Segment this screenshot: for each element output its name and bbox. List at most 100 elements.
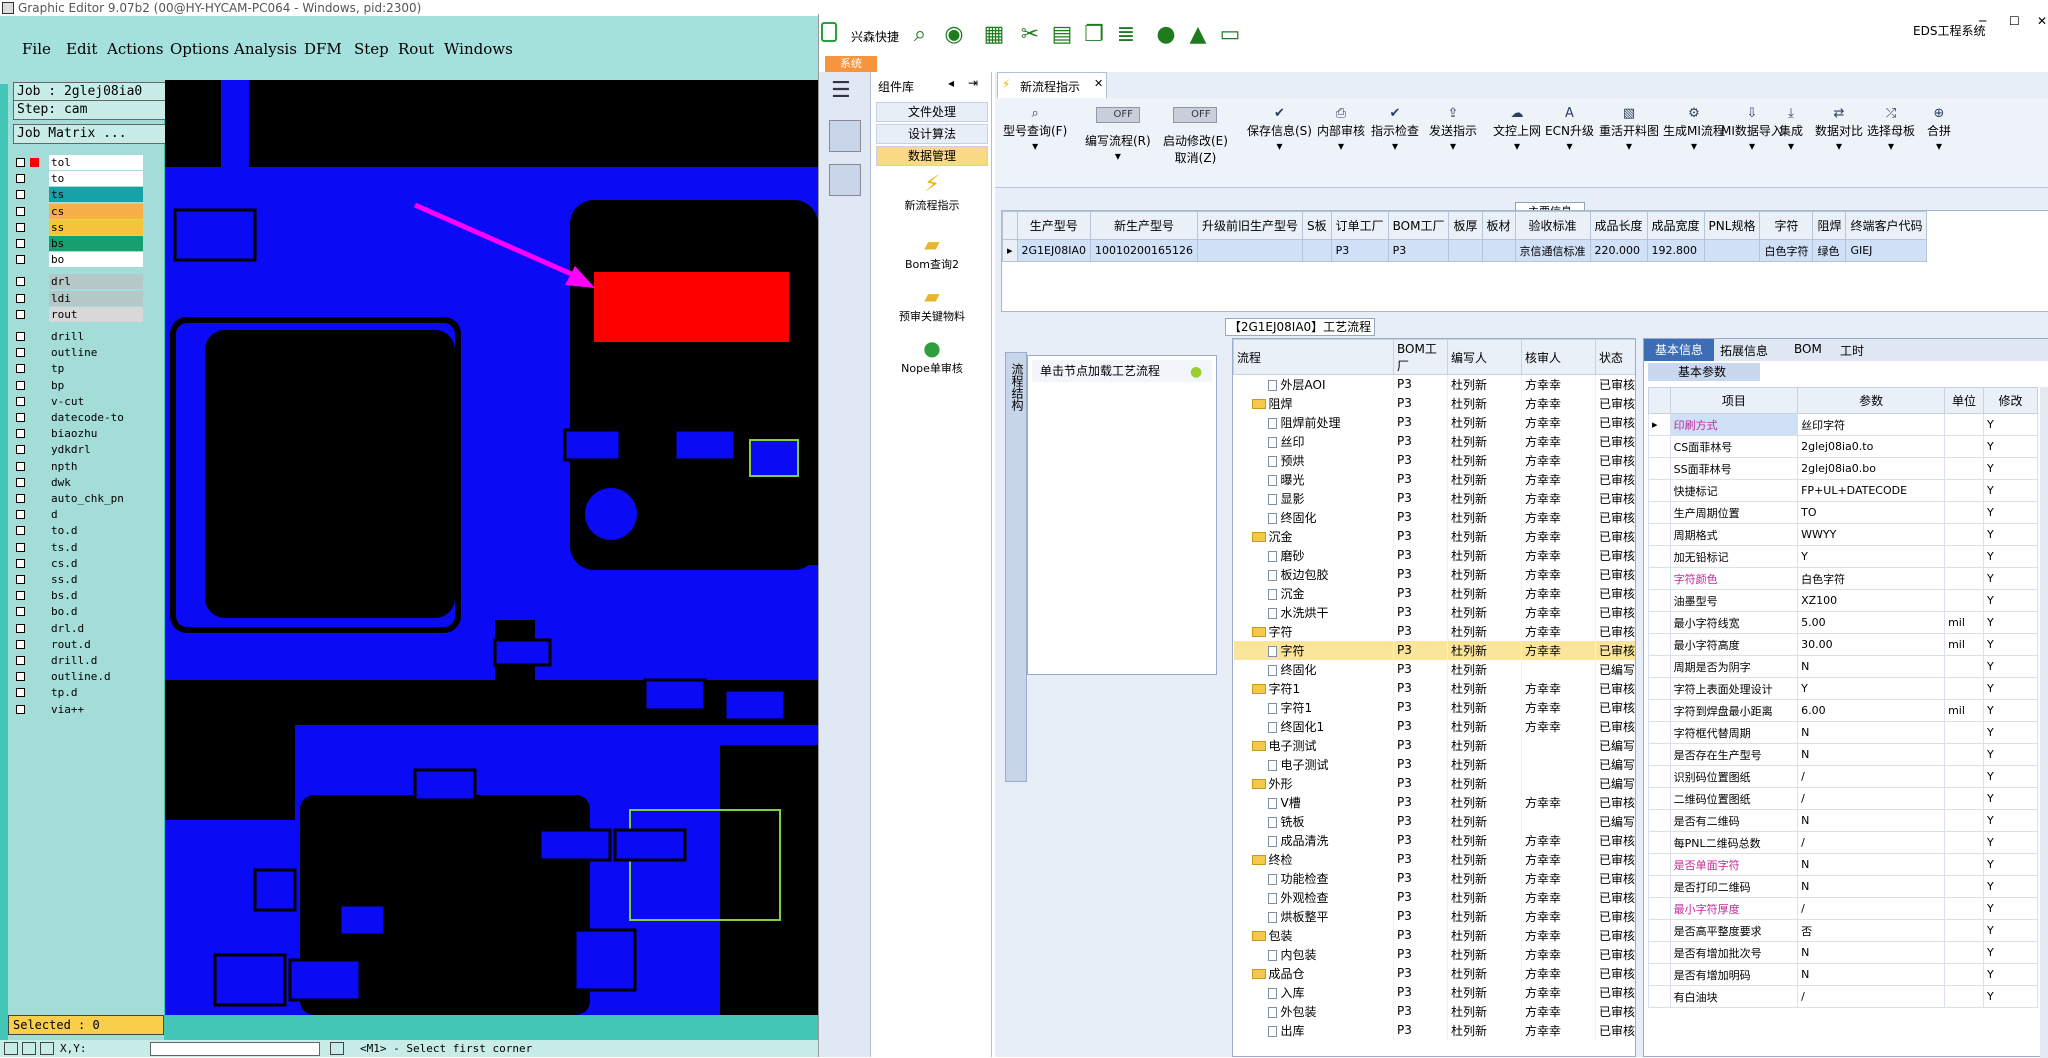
column-header[interactable]: 升级前旧生产型号 <box>1196 211 1304 240</box>
param-row[interactable]: 是否有二维码 N Y <box>1648 809 2039 832</box>
tree-node[interactable]: 入库 <box>1233 982 1394 1002</box>
tree-node[interactable]: 磨砂 <box>1233 545 1394 565</box>
layer-checkbox[interactable] <box>16 255 25 265</box>
tree-node[interactable]: 字符 <box>1233 621 1394 641</box>
process-structure-tab[interactable]: 流程结构 <box>1005 352 1027 782</box>
param-value[interactable]: / <box>1797 985 1946 1008</box>
table-cell[interactable]: 220.000 <box>1589 239 1648 262</box>
param-row[interactable]: 是否单面字符 N Y <box>1648 853 2039 876</box>
pointer-tool-icon[interactable] <box>4 1042 18 1055</box>
layer-checkbox[interactable] <box>16 477 25 487</box>
param-value[interactable]: 白色字符 <box>1797 567 1946 590</box>
param-value[interactable]: XZ100 <box>1797 589 1946 612</box>
chart-icon[interactable]: ▲ <box>1185 22 1211 48</box>
layer-row[interactable]: dwk <box>12 474 143 490</box>
column-header[interactable]: 字符 <box>1759 211 1814 240</box>
ribbon-button[interactable]: A ECN升级 ▾ <box>1545 106 1594 153</box>
dropdown-arrow-icon[interactable]: ▾ <box>1493 139 1541 153</box>
layer-row[interactable]: tol <box>12 155 143 170</box>
tree-row[interactable]: 铣板 P3 杜列新 已编写 <box>1233 811 1635 831</box>
param-value[interactable]: Y <box>1797 677 1946 700</box>
menu-windows[interactable]: Windows <box>444 40 513 58</box>
layer-row[interactable]: bs.d <box>12 588 143 604</box>
param-row[interactable]: 快捷标记 FP+UL+DATECODE Y <box>1648 479 2039 502</box>
param-value[interactable]: 5.00 <box>1797 611 1946 634</box>
menu-analysis[interactable]: Analysis <box>234 40 297 58</box>
layer-checkbox[interactable] <box>16 445 25 455</box>
nav-file-processing[interactable]: 文件处理 <box>876 102 988 122</box>
layer-checkbox[interactable] <box>16 413 25 422</box>
tree-node[interactable]: 曝光 <box>1233 469 1394 489</box>
dropdown-arrow-icon[interactable]: ▾ <box>1085 149 1151 163</box>
tree-column-header[interactable]: 状态 <box>1595 339 1635 375</box>
param-value[interactable]: 否 <box>1797 919 1946 942</box>
layer-row[interactable]: drill.d <box>12 653 143 668</box>
dropdown-arrow-icon[interactable]: ▾ <box>1663 139 1725 153</box>
layer-checkbox[interactable] <box>16 174 25 184</box>
layer-checkbox[interactable] <box>16 293 25 303</box>
tree-node[interactable]: 字符 <box>1233 640 1394 660</box>
param-edit[interactable]: Y <box>1982 897 2039 920</box>
layer-row[interactable]: npth <box>12 458 143 474</box>
tree-row[interactable]: 内包装 P3 杜列新 方幸幸 已审核 <box>1233 944 1635 964</box>
off-toggle-icon[interactable]: OFF <box>1095 107 1140 123</box>
param-value[interactable]: 2glej08ia0.to <box>1797 435 1946 458</box>
param-row[interactable]: 有白油块 / Y <box>1648 985 2039 1008</box>
param-row[interactable]: 是否打印二维码 N Y <box>1648 875 2039 898</box>
layer-checkbox[interactable] <box>16 591 25 601</box>
tree-node[interactable]: 成品清洗 <box>1233 830 1394 850</box>
param-edit[interactable]: Y <box>1982 611 2039 634</box>
param-edit[interactable]: Y <box>1982 787 2039 810</box>
layer-checkbox[interactable] <box>16 575 25 584</box>
layer-checkbox[interactable] <box>16 656 25 665</box>
table-icon[interactable]: ▦ <box>981 22 1007 48</box>
dropdown-arrow-icon[interactable]: ▾ <box>1003 139 1067 153</box>
layer-checkbox[interactable] <box>16 704 25 714</box>
layer-checkbox[interactable] <box>16 688 25 698</box>
user-icon[interactable]: ● <box>1153 22 1179 48</box>
pcb-canvas[interactable] <box>165 80 818 1015</box>
tree-node[interactable]: 电子测试 <box>1233 735 1394 755</box>
dock-icon[interactable]: ⇥ <box>968 76 978 90</box>
copy-icon[interactable]: ❐ <box>1081 22 1107 48</box>
layer-row[interactable]: bo <box>12 252 143 268</box>
layer-row[interactable]: auto_chk_pn <box>12 491 143 506</box>
tree-row[interactable]: 终固化 P3 杜列新 方幸幸 已审核 <box>1233 507 1635 527</box>
pin-icon[interactable]: ◂ <box>948 76 954 90</box>
dropdown-arrow-icon[interactable]: ▾ <box>1927 139 1951 153</box>
tree-column-header[interactable]: 核审人 <box>1521 339 1596 375</box>
param-column-header[interactable]: 修改 <box>1982 387 2039 414</box>
column-header[interactable]: 订单工厂 <box>1330 211 1389 240</box>
table-cell[interactable] <box>1703 239 1761 262</box>
cancel-label[interactable]: 取消(Z) <box>1163 149 1228 166</box>
tree-row[interactable]: 字符 P3 杜列新 方幸幸 已审核 <box>1233 640 1635 660</box>
layer-checkbox[interactable] <box>16 348 25 358</box>
tree-node[interactable]: 丝印 <box>1233 431 1394 451</box>
layer-row[interactable]: to <box>12 171 143 187</box>
dropdown-arrow-icon[interactable]: ▾ <box>1247 139 1312 153</box>
column-header[interactable]: 成品宽度 <box>1646 211 1705 240</box>
ribbon-button[interactable]: ⊕ 合拼 ▾ <box>1927 106 1951 153</box>
tree-row[interactable]: 预烘 P3 杜列新 方幸幸 已审核 <box>1233 450 1635 470</box>
tree-row[interactable]: 字符 P3 杜列新 方幸幸 已审核 <box>1233 621 1635 641</box>
param-edit[interactable]: Y <box>1982 501 2039 524</box>
layer-row[interactable]: ldi <box>12 290 143 306</box>
param-row[interactable]: 是否有增加明码 N Y <box>1648 963 2039 986</box>
param-edit[interactable]: Y <box>1982 677 2039 700</box>
layer-checkbox[interactable] <box>16 510 25 520</box>
layer-row[interactable]: bo.d <box>12 604 143 620</box>
tab-bom[interactable]: BOM <box>1794 342 1822 356</box>
layer-checkbox[interactable] <box>16 309 25 319</box>
tree-row[interactable]: 电子测试 P3 杜列新 已编写 <box>1233 735 1635 755</box>
layer-row[interactable]: ts.d <box>12 539 143 555</box>
job-matrix-button[interactable]: Job Matrix ... <box>13 124 168 144</box>
layer-checkbox[interactable] <box>16 542 25 552</box>
menu-rout[interactable]: Rout <box>398 40 434 58</box>
param-edit[interactable]: Y <box>1982 919 2039 942</box>
layer-row[interactable]: to.d <box>12 523 143 539</box>
ribbon-button[interactable]: ⇄ 数据对比 ▾ <box>1815 106 1863 153</box>
table-cell[interactable]: 白色字符 <box>1759 239 1814 262</box>
tree-node[interactable]: 沉金 <box>1233 583 1394 603</box>
layer-checkbox[interactable] <box>16 364 25 374</box>
layer-row[interactable]: drl <box>12 274 143 290</box>
